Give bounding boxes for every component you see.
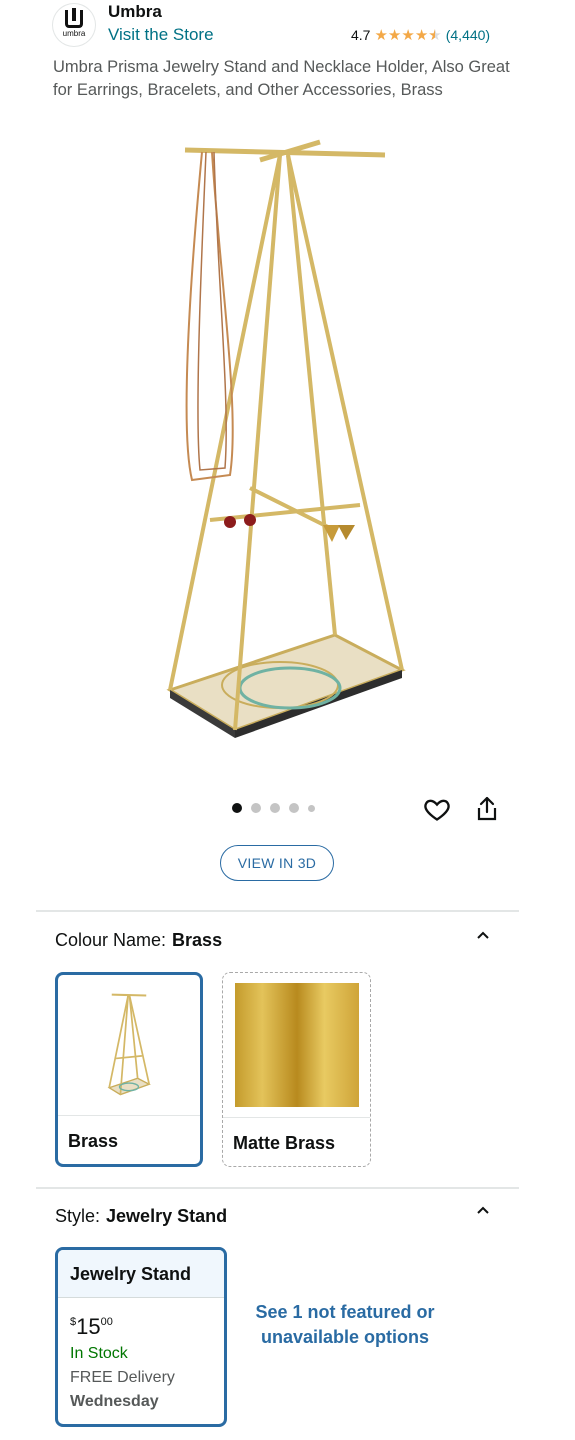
share-icon[interactable] — [475, 795, 499, 823]
rating-value: 4.7 — [351, 27, 371, 43]
visit-store-link[interactable]: Visit the Store — [108, 25, 214, 45]
rating-count[interactable]: (4,440) — [446, 27, 490, 43]
colour-option-matte-brass[interactable]: Matte Brass — [222, 972, 371, 1167]
jewelry-stand-thumbnail — [107, 993, 151, 1095]
delivery-day: Wednesday — [70, 1393, 159, 1410]
brand-header: umbra Umbra Visit the Store 4.7 ★ ★ ★ ★ … — [53, 0, 523, 50]
price: $1500 — [70, 1314, 113, 1340]
colour-option-brass[interactable]: Brass — [55, 972, 203, 1167]
umbra-logo-icon — [65, 8, 83, 28]
style-card-title: Jewelry Stand — [58, 1250, 224, 1298]
style-label: Style: — [55, 1206, 101, 1226]
carousel-dot-active[interactable] — [232, 803, 242, 813]
carousel-dot[interactable] — [308, 804, 315, 812]
chevron-up-icon[interactable] — [476, 1203, 490, 1217]
see-more-options-link[interactable]: See 1 not featured or unavailable option… — [250, 1300, 440, 1350]
star-icon: ★ — [374, 26, 388, 44]
style-option-jewelry-stand[interactable]: Jewelry Stand $1500 In Stock FREE Delive… — [55, 1247, 227, 1427]
style-selected-value: Jewelry Stand — [106, 1206, 228, 1226]
swatch-image — [58, 975, 200, 1116]
price-symbol: $ — [70, 1316, 77, 1328]
chevron-up-icon[interactable] — [476, 928, 490, 942]
stock-status: In Stock — [70, 1345, 128, 1362]
matte-brass-texture — [234, 983, 359, 1107]
style-label-row: Style: Jewelry Stand — [55, 1206, 227, 1227]
half-star-icon: ★ — [428, 28, 441, 43]
price-fraction: 00 — [100, 1316, 113, 1328]
swatch-label: Brass — [68, 1131, 119, 1151]
carousel-dot[interactable] — [251, 803, 261, 813]
brand-name: Umbra — [108, 2, 162, 21]
product-title: Umbra Prisma Jewelry Stand and Necklace … — [53, 58, 510, 99]
delivery-text: FREE Delivery — [70, 1369, 175, 1386]
image-carousel-dots[interactable] — [232, 803, 324, 813]
swatch-label: Matte Brass — [233, 1133, 336, 1153]
colour-label: Colour Name: — [55, 930, 167, 950]
divider — [36, 1187, 519, 1189]
swatch-image — [223, 973, 370, 1118]
star-icon: ★ — [387, 26, 402, 44]
logo-text: umbra — [62, 29, 86, 38]
view-in-3d-button[interactable]: VIEW IN 3D — [220, 845, 334, 881]
brand-logo[interactable]: umbra — [53, 4, 95, 46]
star-icon: ★ — [414, 26, 429, 44]
colour-selected-value: Brass — [172, 930, 223, 950]
price-whole: 15 — [76, 1314, 101, 1339]
jewelry-stand-image[interactable] — [140, 130, 430, 760]
divider — [36, 910, 519, 912]
carousel-dot[interactable] — [289, 803, 299, 813]
carousel-dot[interactable] — [270, 803, 280, 813]
star-icon: ★ — [401, 26, 415, 44]
colour-label-row: Colour Name: Brass — [55, 930, 222, 951]
rating[interactable]: 4.7 ★ ★ ★ ★ ★ (4,440) — [351, 27, 490, 43]
rating-stars: ★ ★ ★ ★ ★ — [374, 28, 441, 43]
heart-icon[interactable] — [423, 795, 451, 823]
